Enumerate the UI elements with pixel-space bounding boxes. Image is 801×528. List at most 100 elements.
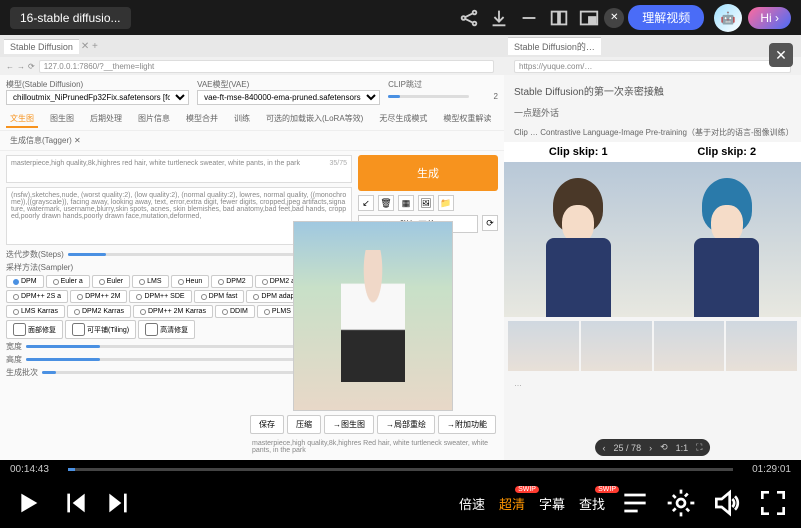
thumb[interactable] [654,321,725,371]
clip-skip-2-image [653,162,801,317]
sampler-opt[interactable]: DPM2 [211,275,252,288]
volume-icon[interactable] [711,487,743,519]
pdf-toolbar: ‹ 25 / 78 › ⟲ 1:1 ⛶ [595,439,711,456]
download-icon[interactable] [488,7,510,29]
avatar[interactable]: 🤖 [714,4,742,32]
reload-icon[interactable]: ⟳ [28,62,35,71]
vae-label: VAE模型(VAE) [197,79,380,90]
ckpt-label: 模型(Stable Diffusion) [6,79,189,90]
width-label: 宽度 [6,341,22,352]
sampler-opt[interactable]: DPM++ 2M Karras [133,305,213,318]
check-tiling[interactable]: 可平铺(Tiling) [65,320,136,339]
left-pane: Stable Diffusion ✕ + ← → ⟳ 127.0.0.1:786… [0,35,504,460]
sampler-opt[interactable]: DPM [6,275,44,288]
tab-txt2img[interactable]: 文生图 [6,111,38,128]
rotate-icon[interactable]: ⟲ [660,442,668,453]
browser-tab-left[interactable]: Stable Diffusion [4,39,79,54]
prompt-positive[interactable]: masterpiece,high quality,8k,highres red … [6,155,352,183]
output-image[interactable] [293,221,453,411]
forward-icon[interactable]: → [17,62,25,71]
sampler-opt[interactable]: Euler [92,275,130,288]
arrow-icon[interactable]: ↙ [358,195,374,211]
subtitle-button[interactable]: 字幕 [539,494,565,513]
right-address-bar[interactable]: https://yuque.com/… [514,60,791,73]
next-icon[interactable] [104,487,136,519]
close-pane-icon[interactable]: ✕ [769,43,793,67]
address-bar[interactable]: 127.0.0.1:7860/?__theme=light [39,60,494,73]
clip-label: CLIP跳过 [388,79,498,90]
to-inpaint-button[interactable]: →局部重绘 [377,415,435,434]
doc-section: 一点题外话 [504,102,801,123]
understand-video-button[interactable]: 理解视频 [628,5,704,30]
sub-tab-tagger[interactable]: 生成信息(Tagger) ✕ [6,133,85,148]
image-icon[interactable]: 🖼 [418,195,434,211]
speed-button[interactable]: 倍速 [459,494,485,513]
thumb[interactable] [581,321,652,371]
main-tabs: 文生图 图生图 后期处理 图片信息 模型合并 训练 可选的加载嵌入(LoRA等效… [0,109,504,131]
minimize-icon[interactable] [518,7,540,29]
sampler-opt[interactable]: DPM2 Karras [67,305,131,318]
check-hires[interactable]: 高清修复 [138,320,195,339]
prev-icon[interactable] [58,487,90,519]
to-img2img-button[interactable]: →图生图 [324,415,374,434]
batch-label: 生成批次 [6,367,38,378]
sampler-opt[interactable]: Heun [171,275,210,288]
quality-button[interactable]: 超清SWIP [499,494,525,513]
sampler-opt[interactable]: DPM++ SDE [129,290,191,303]
time-current: 00:14:43 [10,464,60,475]
sampler-opt[interactable]: LMS [132,275,168,288]
playlist-icon[interactable] [619,487,651,519]
fullscreen-icon[interactable] [757,487,789,519]
to-extras-button[interactable]: →附加功能 [438,415,496,434]
clip-skip-1-label: Clip skip: 1 [504,142,653,162]
tab-img2img[interactable]: 图生图 [46,111,78,128]
ckpt-select[interactable]: chilloutmix_NiPrunedFp32Fix.safetensors … [6,90,189,105]
thumb[interactable] [726,321,797,371]
check-face[interactable]: 面部修复 [6,320,63,339]
right-pane: ✕ Stable Diffusion的… https://yuque.com/…… [504,35,801,460]
grid-icon[interactable]: ▦ [398,195,414,211]
time-duration: 01:29:01 [741,464,791,475]
find-button[interactable]: 查找SWIP [579,494,605,513]
clip-value: 2 [473,92,498,101]
height-label: 高度 [6,354,22,365]
sampler-opt[interactable]: DPM fast [194,290,245,303]
close-icon[interactable]: ✕ [604,8,624,28]
tab-lora[interactable]: 可选的加载嵌入(LoRA等效) [262,111,367,128]
progress-bar[interactable] [68,468,733,471]
browser-tab-right[interactable]: Stable Diffusion的… [508,37,601,55]
play-icon[interactable] [12,487,44,519]
clip-skip-1-image [504,162,653,317]
tab-train[interactable]: 训练 [230,111,254,128]
tab-weight[interactable]: 模型权重解读 [439,111,495,128]
expand-icon[interactable]: ⛶ [696,442,702,453]
page-indicator: 25 / 78 [614,443,642,453]
pip-icon[interactable] [578,7,600,29]
trash-icon[interactable]: 🗑 [378,195,394,211]
hi-button[interactable]: Hi › [748,7,791,29]
save-button[interactable]: 保存 [250,415,284,434]
sampler-opt[interactable]: DPM++ 2M [70,290,127,303]
page-next-icon[interactable]: › [649,443,652,453]
settings-icon[interactable] [665,487,697,519]
generate-button[interactable]: 生成 [358,155,498,191]
tab-extras[interactable]: 后期处理 [86,111,126,128]
share-icon[interactable] [458,7,480,29]
folder-icon[interactable]: 📁 [438,195,454,211]
sampler-opt[interactable]: DPM++ 2S a [6,290,68,303]
vae-select[interactable]: vae-ft-mse-840000-ema-pruned.safetensors [197,90,380,105]
clip-skip-2-label: Clip skip: 2 [653,142,801,162]
tab-infinite[interactable]: 无尽生成模式 [375,111,431,128]
thumb[interactable] [508,321,579,371]
video-tab[interactable]: 16-stable diffusio... [10,7,131,29]
snap-left-icon[interactable] [548,7,570,29]
back-icon[interactable]: ← [6,62,14,71]
tab-imginfo[interactable]: 图片信息 [134,111,174,128]
sampler-opt[interactable]: LMS Karras [6,305,65,318]
page-prev-icon[interactable]: ‹ [603,443,606,453]
tab-merge[interactable]: 模型合并 [182,111,222,128]
sampler-opt[interactable]: Euler a [46,275,90,288]
thumbnail-row [504,317,801,375]
zip-button[interactable]: 压缩 [287,415,321,434]
doc-title: Stable Diffusion的第一次亲密接触 [504,75,801,102]
